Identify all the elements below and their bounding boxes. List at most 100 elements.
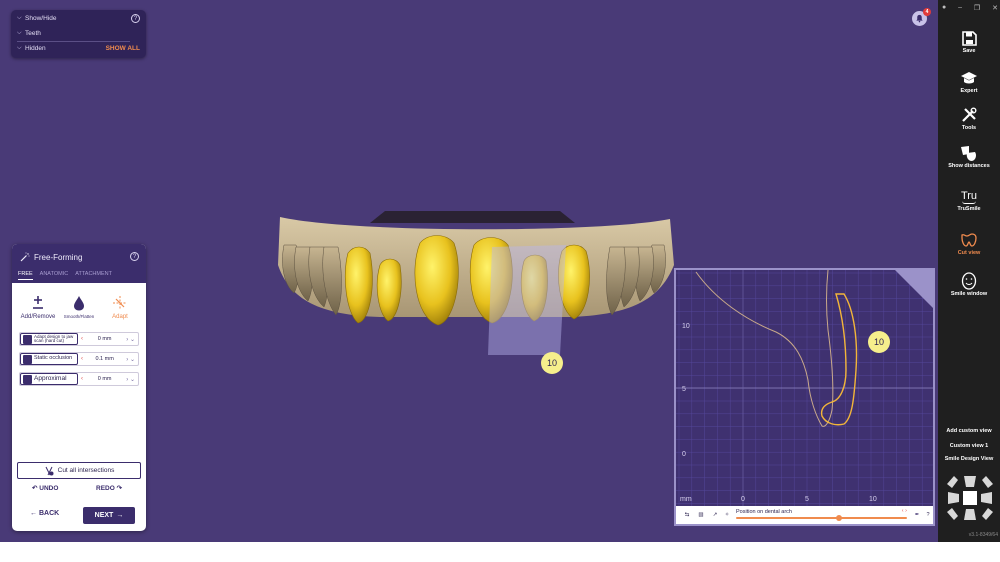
smile-window-button[interactable]: Smile window [938, 271, 1000, 297]
back-button[interactable]: ← BACK [30, 510, 59, 517]
drop-icon [59, 292, 99, 314]
measure-icon[interactable]: ↗ [708, 512, 722, 518]
custom-view-1-link[interactable]: Custom view 1 [938, 443, 1000, 449]
tools-button[interactable]: Tools [938, 105, 1000, 131]
cut-view-label: Cut view [957, 250, 981, 256]
hidden-label: Hidden [25, 45, 46, 52]
teeth-row[interactable]: ⌵ Teeth [17, 28, 140, 39]
nav-bottom-left[interactable] [947, 508, 958, 520]
3d-viewport[interactable]: ⌵ Show/Hide ? ⌵ Teeth ⌵ Hidden SHOW ALL … [0, 0, 938, 542]
param-label: Static occlusion [34, 355, 73, 362]
user-icon[interactable]: ● [942, 4, 946, 12]
chevron-right-icon[interactable]: › ⌄ [126, 376, 135, 383]
restore-icon[interactable]: ❐ [974, 4, 980, 12]
add-remove-tool[interactable]: Add/Remove [18, 292, 58, 320]
chevron-left-icon[interactable]: ‹ [81, 336, 83, 342]
nav-left[interactable] [948, 492, 959, 504]
teeth-label: Teeth [25, 30, 41, 37]
chevron-left-icon[interactable]: ‹ [81, 356, 83, 362]
back-label: BACK [38, 510, 60, 517]
cut-view-button[interactable]: Cut view [938, 230, 1000, 256]
y-tick-label: 5 [682, 386, 686, 393]
trusmile-button[interactable]: Tru TruSmile [938, 186, 1000, 212]
tooth-marker[interactable]: 10 [541, 352, 563, 374]
show-all-button[interactable]: SHOW ALL [106, 45, 140, 52]
chevron-right-icon[interactable]: › ⌄ [126, 336, 135, 343]
tooth-icon [23, 334, 32, 344]
tools-icon [938, 105, 1000, 125]
cut-view-plot[interactable]: 0 5 10 10 5 0 mm [676, 270, 933, 506]
status-strip [0, 542, 1000, 562]
slider-knob[interactable] [835, 515, 842, 521]
notification-button[interactable]: 4 [912, 8, 931, 26]
view-icon[interactable]: ▧ [694, 512, 708, 518]
param-value[interactable]: 0 mm [98, 336, 112, 342]
tool-label: Adapt [112, 314, 128, 320]
brush-icon[interactable]: ✒ [911, 512, 923, 518]
adapt-tool[interactable]: Adapt [100, 292, 140, 320]
crosshair-icon[interactable]: ✧ [722, 512, 732, 518]
slider-label: Position on dental arch [736, 509, 792, 515]
next-button[interactable]: NEXT → [83, 507, 135, 524]
chevron-right-icon[interactable]: › ⌄ [126, 356, 135, 363]
cut-plane[interactable] [488, 245, 566, 355]
tab-anatomic[interactable]: ANATOMIC [40, 271, 69, 280]
title-text: Free-Forming [34, 252, 83, 262]
param-label: Adapt design to jaw scan (hard cut) [34, 333, 74, 343]
tools-label: Tools [961, 125, 977, 131]
approximal-button[interactable]: Approximal [20, 373, 78, 385]
nav-top[interactable] [964, 476, 976, 487]
nav-top-right[interactable] [982, 476, 993, 488]
nav-top-left[interactable] [947, 476, 958, 488]
notification-badge: 4 [923, 8, 931, 16]
minimize-icon[interactable]: – [958, 4, 962, 12]
smooth-flatten-tool[interactable]: Smooth/Flatten [59, 292, 99, 319]
cut-all-intersections-button[interactable]: Cut all intersections [17, 462, 141, 479]
save-button[interactable]: Save [938, 28, 1000, 54]
show-hide-row[interactable]: ⌵ Show/Hide ? [17, 13, 140, 24]
chevron-left-icon[interactable]: ‹ [81, 376, 83, 382]
param-approximal: Approximal ‹ 0 mm › ⌄ [19, 372, 139, 386]
trusmile-label: TruSmile [957, 206, 981, 212]
adapt-design-button[interactable]: Adapt design to jaw scan (hard cut) [20, 333, 78, 345]
param-value[interactable]: 0 mm [98, 376, 112, 382]
teeth-model[interactable] [270, 205, 680, 365]
corner-handle[interactable] [895, 270, 933, 308]
show-distances-button[interactable]: Show distances [938, 143, 1000, 169]
tab-attachment[interactable]: ATTACHMENT [75, 271, 112, 280]
undo-label: UNDO [39, 485, 59, 492]
cut-view-window[interactable]: 0 5 10 10 5 0 mm 10 ⇆ ▧ ↗ ✧ Position on dental… [674, 268, 935, 526]
nav-bottom[interactable] [964, 509, 976, 520]
slider-arrows[interactable]: ‹ › [902, 508, 907, 514]
cut-icon [45, 466, 54, 475]
redo-button[interactable]: REDO ↷ [96, 484, 122, 492]
distances-icon [938, 143, 1000, 163]
help-icon[interactable]: ? [923, 512, 933, 518]
bell-icon [916, 14, 923, 23]
smile-design-view-link[interactable]: Smile Design View [938, 456, 1000, 462]
tab-bar: FREE ANATOMIC ATTACHMENT [18, 271, 112, 280]
right-toolbar: ● – ❐ ✕ Save Expert Tools Show distances… [938, 0, 1000, 542]
close-icon[interactable]: ✕ [992, 4, 998, 12]
swap-icon[interactable]: ⇆ [680, 512, 694, 518]
help-icon[interactable]: ? [130, 252, 139, 261]
undo-button[interactable]: ↶ UNDO [32, 484, 58, 492]
navigation-cube[interactable] [944, 472, 996, 524]
add-custom-view-link[interactable]: Add custom view [938, 428, 1000, 434]
tooth-number: 10 [546, 358, 557, 368]
param-value[interactable]: 0.1 mm [95, 356, 113, 362]
position-slider[interactable] [736, 515, 907, 521]
nav-bottom-right[interactable] [982, 508, 993, 520]
tab-free[interactable]: FREE [18, 271, 33, 280]
arrow-right-icon: → [116, 512, 124, 519]
help-icon[interactable]: ? [131, 14, 140, 23]
smile-window-label: Smile window [950, 291, 988, 297]
hidden-row[interactable]: ⌵ Hidden SHOW ALL [17, 43, 140, 54]
nav-center[interactable] [963, 491, 977, 505]
adapt-icon [100, 292, 140, 314]
static-occlusion-button[interactable]: Static occlusion [20, 353, 78, 365]
nav-right[interactable] [981, 492, 992, 504]
expert-button[interactable]: Expert [938, 68, 1000, 94]
graduation-cap-icon [938, 68, 1000, 88]
cut-view-marker[interactable]: 10 [868, 331, 890, 353]
